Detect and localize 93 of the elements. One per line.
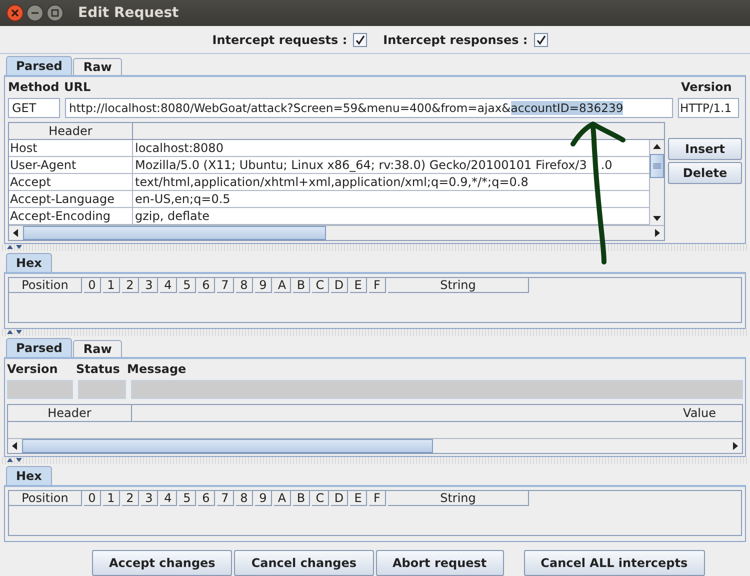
check-icon xyxy=(355,34,366,45)
field-label: Method xyxy=(8,80,60,94)
column-header[interactable]: 6 xyxy=(198,490,215,506)
close-icon xyxy=(6,4,24,22)
column-header[interactable]: E xyxy=(350,490,367,506)
field-label: Status xyxy=(76,362,121,376)
url-field[interactable]: http://localhost:8080/WebGoat/attack?Screen=59&menu=400&from=ajax&accountID=836239 xyxy=(65,98,673,118)
scroll-thumb[interactable] xyxy=(23,226,326,240)
column-header[interactable]: 2 xyxy=(122,278,139,293)
column-header[interactable]: 0 xyxy=(84,490,101,506)
column-header[interactable]: 4 xyxy=(160,490,177,506)
check-icon xyxy=(536,34,546,45)
checkbox[interactable] xyxy=(353,32,368,47)
method-field[interactable]: GET xyxy=(8,98,60,118)
down-arrow-icon xyxy=(653,214,661,222)
column-header[interactable]: String xyxy=(388,490,529,506)
checkbox[interactable] xyxy=(534,32,548,47)
up-arrow-icon xyxy=(653,142,661,151)
table-cell-text: en-US,en;q=0.5 xyxy=(134,190,232,207)
right-arrow-icon xyxy=(731,442,739,450)
column-header[interactable]: 1 xyxy=(103,278,120,293)
table-cell: Host xyxy=(9,140,133,156)
tab[interactable]: Parsed xyxy=(6,338,72,357)
tab[interactable]: Raw xyxy=(73,340,122,357)
column-header[interactable]: Header xyxy=(8,404,132,421)
checkbox-label: Intercept requests : xyxy=(212,32,348,47)
column-header[interactable]: 3 xyxy=(141,278,158,293)
column-header[interactable]: 8 xyxy=(236,278,253,293)
column-header[interactable]: 5 xyxy=(179,278,196,293)
version-field[interactable]: HTTP/1.1 xyxy=(678,98,739,118)
column-header[interactable]: 6 xyxy=(198,278,215,293)
column-header[interactable]: 5 xyxy=(179,490,196,506)
table-cell-text: text/html,application/xhtml+xml,application/xml;q=0.9,*/*;q=0.8 xyxy=(134,174,530,190)
column-header[interactable]: 1 xyxy=(103,490,120,506)
column-header[interactable]: 4 xyxy=(160,278,177,293)
table-cell-text: gzip, deflate xyxy=(134,208,210,224)
button[interactable]: Insert xyxy=(668,138,742,160)
column-header[interactable]: B xyxy=(293,490,310,506)
column-header[interactable]: A xyxy=(274,490,291,506)
left-arrow-icon xyxy=(12,228,20,237)
column-header[interactable]: Position xyxy=(9,490,82,506)
table-cell: Accept-Encoding xyxy=(9,208,133,224)
column-header[interactable]: 7 xyxy=(217,278,234,293)
table-cell-text: localhost:8080 xyxy=(134,140,224,156)
button[interactable]: Cancel changes xyxy=(234,550,374,576)
table-cell: User-Agent xyxy=(9,156,133,173)
column-header[interactable]: E xyxy=(350,278,367,293)
tab[interactable]: Hex xyxy=(6,466,52,485)
tab[interactable]: Hex xyxy=(6,252,52,272)
column-header[interactable]: 7 xyxy=(217,490,234,506)
column-header[interactable]: 8 xyxy=(236,490,253,506)
column-header[interactable]: A xyxy=(274,278,291,293)
message-field[interactable] xyxy=(131,380,743,399)
status-field[interactable] xyxy=(78,380,126,399)
left-arrow-icon xyxy=(11,442,19,450)
column-header[interactable]: 9 xyxy=(255,490,272,506)
field-label: URL xyxy=(64,80,92,94)
version-field[interactable] xyxy=(7,380,73,399)
table-cell-text: Mozilla/5.0 (X11; Ubuntu; Linux x86_64; rv:38.0) Gecko/20100101 Firefox/3 .0 xyxy=(134,156,614,173)
column-header[interactable]: Value xyxy=(132,404,742,421)
button[interactable]: Abort request xyxy=(376,550,504,576)
column-header[interactable]: 9 xyxy=(255,278,272,293)
maximize-icon xyxy=(46,4,64,22)
scroll-thumb[interactable] xyxy=(22,438,434,453)
button[interactable]: Cancel ALL intercepts xyxy=(524,550,705,576)
table-cell: Accept xyxy=(9,174,133,190)
tab[interactable]: Raw xyxy=(73,58,122,75)
column-header[interactable]: D xyxy=(331,490,348,506)
field-label: Version xyxy=(681,80,732,94)
tab[interactable]: Parsed xyxy=(6,56,72,75)
right-arrow-icon xyxy=(653,228,661,237)
scroll-thumb[interactable] xyxy=(650,154,664,178)
field-label: Message xyxy=(127,362,186,376)
column-header[interactable]: F xyxy=(369,278,386,293)
column-header[interactable]: Position xyxy=(9,278,82,293)
column-header[interactable]: 3 xyxy=(141,490,158,506)
column-header[interactable]: 2 xyxy=(122,490,139,506)
column-header[interactable]: B xyxy=(293,278,310,293)
column-header[interactable]: C xyxy=(312,278,329,293)
column-header[interactable]: C xyxy=(312,490,329,506)
column-header[interactable]: 0 xyxy=(84,278,101,293)
column-header[interactable]: D xyxy=(331,278,348,293)
column-header[interactable]: F xyxy=(369,490,386,506)
grip-icon xyxy=(653,162,661,169)
window-title: Edit Request xyxy=(78,5,179,22)
button[interactable]: Accept changes xyxy=(92,550,232,576)
button[interactable]: Delete xyxy=(668,162,742,184)
field-label: Version xyxy=(7,362,59,376)
column-header[interactable]: Header xyxy=(9,122,133,139)
minimize-icon xyxy=(26,4,44,22)
table-cell: Accept-Language xyxy=(9,190,133,207)
checkbox-label: Intercept responses : xyxy=(383,32,528,47)
column-header[interactable]: String xyxy=(388,278,529,293)
